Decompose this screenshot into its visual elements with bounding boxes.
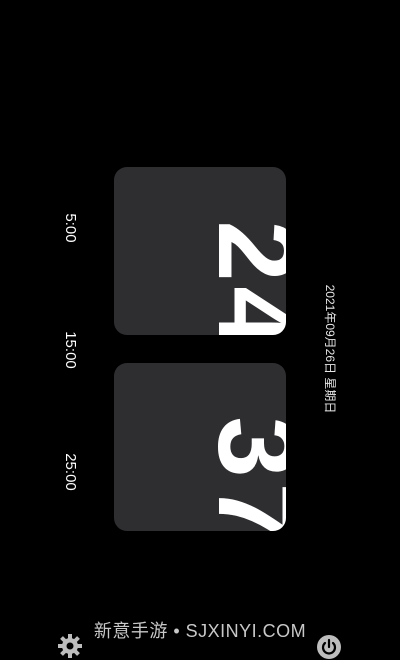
alarm-time-3[interactable]: 25:00 (60, 442, 80, 502)
minutes-flip-card: 3 7 (114, 363, 286, 531)
minutes-ones-digit: 7 (195, 429, 286, 531)
alarm-time-2[interactable]: 15:00 (60, 320, 80, 380)
alarm-time-1[interactable]: 5:00 (60, 198, 80, 258)
round-button-icon[interactable] (316, 634, 342, 660)
hours-ones-digit: 4 (195, 233, 286, 335)
date-label: 2021年09月26日 星期日 (323, 284, 337, 414)
gear-icon[interactable] (57, 633, 83, 659)
hours-flip-card: 2 4 (114, 167, 286, 335)
